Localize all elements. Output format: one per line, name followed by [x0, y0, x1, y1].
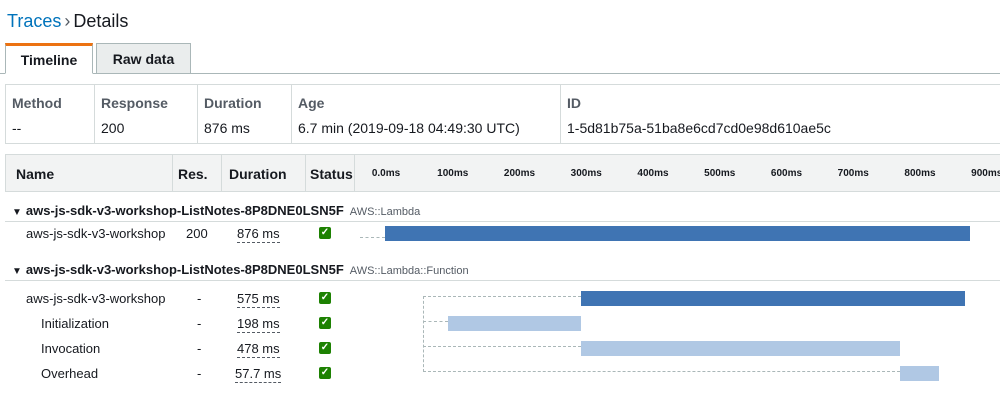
summary-response-value: 200 [101, 120, 125, 136]
axis-tick-label: 500ms [704, 168, 736, 179]
axis-tick-label: 600ms [770, 168, 803, 179]
summary-duration-value: 876 ms [204, 120, 250, 136]
tab-timeline[interactable]: Timeline [5, 43, 93, 74]
axis-tick-label: 300ms [570, 168, 602, 179]
summary-method-label: Method [12, 95, 62, 111]
breadcrumb-separator: › [64, 11, 71, 31]
column-divider [172, 155, 173, 191]
caret-down-icon[interactable]: ▼ [12, 266, 22, 277]
group-divider [5, 221, 1000, 222]
segment-response: - [197, 291, 202, 306]
segment-duration: 198 ms [237, 316, 280, 333]
connector-line [423, 321, 449, 322]
axis-tick-label: 200ms [503, 168, 536, 179]
segment-response: - [197, 316, 202, 331]
timeline-bar[interactable] [385, 226, 970, 241]
group-type: AWS::Lambda [349, 206, 421, 218]
axis-tick-label: 100ms [437, 168, 469, 179]
group-type: AWS::Lambda::Function [349, 265, 469, 277]
summary-age: Age 6.7 min (2019-09-18 04:49:30 UTC) [291, 85, 561, 143]
group-header[interactable]: ▼ aws-js-sdk-v3-workshop-ListNotes-8P8DNE… [12, 203, 420, 218]
column-name[interactable]: Name [16, 155, 54, 191]
summary-age-value: 6.7 min (2019-09-18 04:49:30 UTC) [298, 120, 520, 136]
summary-duration: Duration 876 ms [197, 85, 292, 143]
segment-duration: 575 ms [237, 291, 280, 308]
status-ok-icon: ✓ [319, 227, 331, 239]
segment-duration: 478 ms [237, 341, 280, 358]
trace-summary: Method -- Response 200 Duration 876 ms A… [5, 84, 1000, 144]
caret-down-icon[interactable]: ▼ [12, 207, 22, 218]
connector-line [423, 296, 582, 297]
timeline-bar[interactable] [581, 291, 966, 306]
group-title: aws-js-sdk-v3-workshop-ListNotes-8P8DNE0… [25, 203, 344, 218]
connector-line [423, 346, 582, 347]
segment-response: - [197, 366, 202, 381]
breadcrumb: Traces › Details [7, 10, 128, 32]
segment-name[interactable]: aws-js-sdk-v3-workshop [26, 226, 165, 242]
segment-duration: 57.7 ms [235, 366, 282, 383]
summary-id-value: 1-5d81b75a-51ba8e6cd7cd0e98d610ae5c [567, 120, 831, 136]
summary-method: Method -- [6, 85, 94, 143]
group-divider [5, 280, 1000, 281]
column-divider [305, 155, 306, 191]
column-res[interactable]: Res. [178, 155, 208, 191]
segment-name[interactable]: aws-js-sdk-v3-workshop [26, 291, 165, 307]
status-ok-icon: ✓ [319, 342, 331, 354]
status-ok-icon: ✓ [319, 317, 331, 329]
summary-duration-label: Duration [204, 95, 262, 111]
segment-response: 200 [186, 226, 208, 241]
axis-tick-label: 800ms [904, 168, 936, 179]
column-status[interactable]: Status [310, 155, 353, 191]
segment-name[interactable]: Invocation [41, 341, 100, 357]
summary-response-label: Response [101, 95, 168, 111]
summary-response: Response 200 [94, 85, 198, 143]
summary-age-label: Age [298, 95, 325, 111]
segment-name[interactable]: Initialization [41, 316, 109, 332]
segment-name[interactable]: Overhead [41, 366, 98, 382]
connector-line [423, 371, 901, 372]
status-ok-icon: ✓ [319, 367, 331, 379]
tab-raw-data[interactable]: Raw data [96, 43, 191, 73]
axis-tick-label: 0.0ms [371, 168, 401, 179]
summary-id: ID 1-5d81b75a-51ba8e6cd7cd0e98d610ae5c [560, 85, 1000, 143]
axis-tick-label: 700ms [837, 168, 869, 179]
axis-tick-label: 400ms [637, 168, 669, 179]
group-title: aws-js-sdk-v3-workshop-ListNotes-8P8DNE0… [25, 262, 344, 277]
page-title: Details [73, 11, 129, 31]
connector-line [360, 237, 385, 238]
column-divider [354, 155, 355, 191]
segment-response: - [197, 341, 202, 356]
group-header[interactable]: ▼ aws-js-sdk-v3-workshop-ListNotes-8P8DNE… [12, 262, 469, 277]
segment-duration: 876 ms [237, 226, 280, 243]
status-ok-icon: ✓ [319, 292, 331, 304]
timeline-bar[interactable] [900, 366, 939, 381]
column-duration[interactable]: Duration [229, 155, 287, 191]
breadcrumb-traces-link[interactable]: Traces [7, 11, 61, 31]
timeline-header: Name Res. Duration Status 0.0ms 100ms 200m… [5, 154, 1000, 192]
timeline-bar[interactable] [581, 341, 901, 356]
summary-method-value: -- [12, 120, 22, 136]
connector-line [423, 296, 424, 372]
timeline-bar[interactable] [448, 316, 581, 331]
axis-tick-label: 900ms [971, 168, 1000, 179]
column-divider [221, 155, 222, 191]
summary-id-label: ID [567, 95, 581, 111]
